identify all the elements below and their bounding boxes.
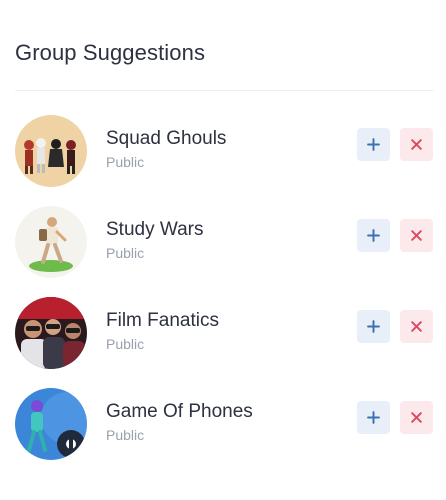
- list-item: Squad Ghouls Public: [15, 115, 434, 187]
- group-list: Squad Ghouls Public Study Wars Public Fi…: [15, 115, 434, 479]
- close-icon: [411, 139, 422, 150]
- dismiss-group-button[interactable]: [400, 128, 433, 161]
- plus-icon: [367, 229, 380, 242]
- group-visibility: Public: [106, 245, 145, 261]
- gamer-avatar[interactable]: [15, 388, 87, 460]
- dismiss-group-button[interactable]: [400, 401, 433, 434]
- halloween-group-avatar[interactable]: [15, 115, 87, 187]
- join-group-button[interactable]: [357, 310, 390, 343]
- group-name: Film Fanatics: [106, 310, 219, 331]
- plus-icon: [367, 320, 380, 333]
- close-icon: [411, 321, 422, 332]
- card-title: Group Suggestions: [15, 40, 206, 65]
- divider: [15, 90, 434, 91]
- cinema-audience-avatar[interactable]: [15, 297, 87, 369]
- dismiss-group-button[interactable]: [400, 310, 433, 343]
- close-icon: [411, 230, 422, 241]
- join-group-button[interactable]: [357, 128, 390, 161]
- plus-icon: [367, 411, 380, 424]
- group-visibility: Public: [106, 336, 145, 352]
- close-icon: [411, 412, 422, 423]
- group-visibility: Public: [106, 154, 145, 170]
- group-visibility: Public: [106, 427, 145, 443]
- dismiss-group-button[interactable]: [400, 219, 433, 252]
- student-walking-avatar[interactable]: [15, 206, 87, 278]
- group-suggestions-card: Group Suggestions Squad Ghouls Public St…: [0, 0, 446, 500]
- list-item: Game Of Phones Public: [15, 388, 434, 460]
- join-group-button[interactable]: [357, 219, 390, 252]
- list-item: Film Fanatics Public: [15, 297, 434, 369]
- join-group-button[interactable]: [357, 401, 390, 434]
- group-name: Study Wars: [106, 219, 204, 240]
- plus-icon: [367, 138, 380, 151]
- group-name: Squad Ghouls: [106, 128, 227, 149]
- list-item: Study Wars Public: [15, 206, 434, 278]
- group-name: Game Of Phones: [106, 401, 253, 422]
